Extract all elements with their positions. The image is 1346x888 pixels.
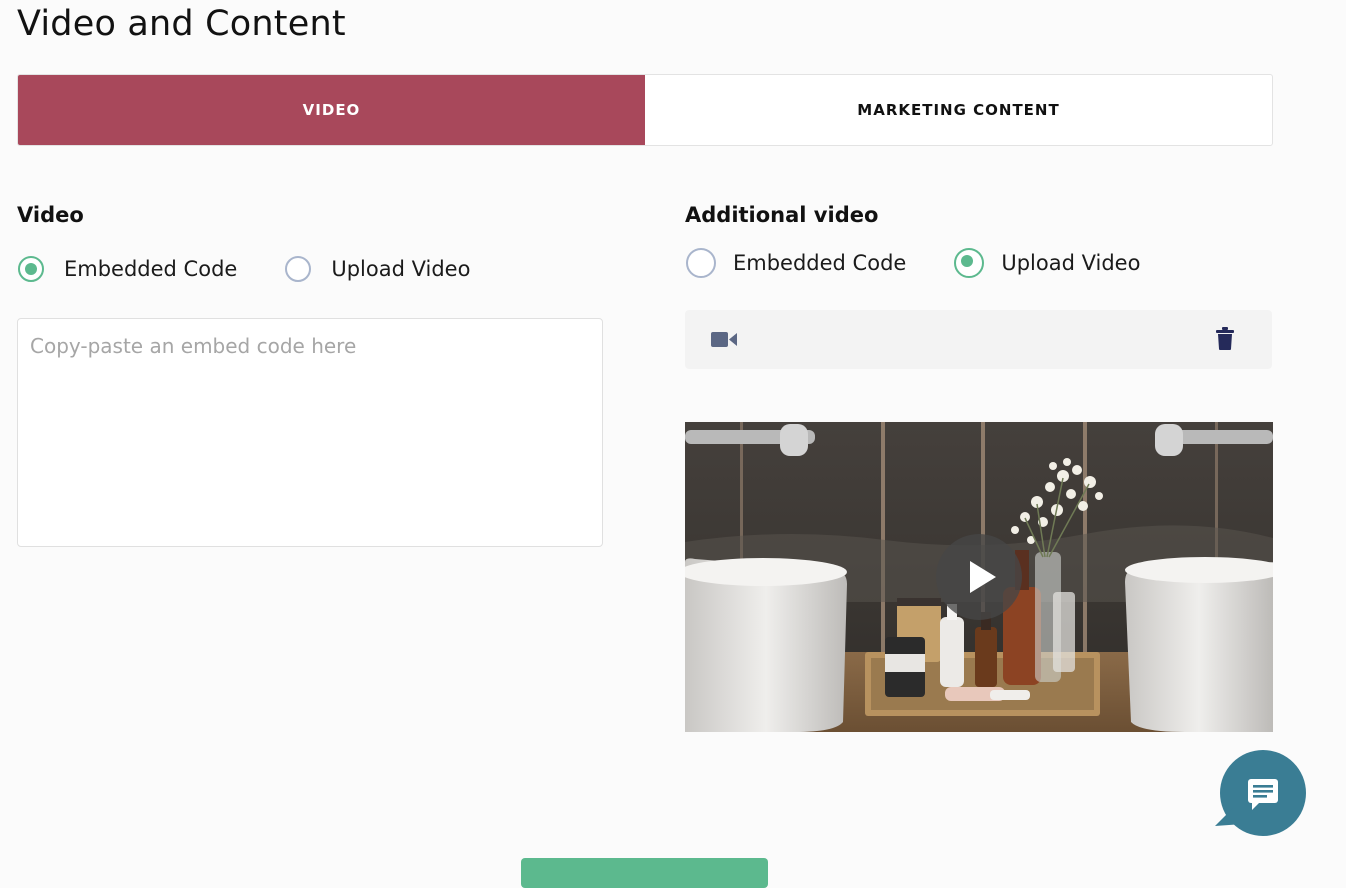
tab-bar: VIDEO MARKETING CONTENT [17, 74, 1273, 146]
video-source-radio-group: Embedded Code Upload Video [18, 256, 470, 282]
play-icon [970, 561, 996, 593]
trash-icon[interactable] [1216, 327, 1234, 350]
page-title: Video and Content [17, 4, 346, 44]
chat-button[interactable] [1215, 750, 1307, 838]
video-upload-radio[interactable] [285, 256, 312, 282]
chat-bubble-icon [1215, 750, 1306, 836]
additional-upload-option[interactable]: Upload Video [954, 248, 1140, 278]
additional-upload-label: Upload Video [1001, 251, 1141, 275]
play-button[interactable] [936, 534, 1022, 620]
embed-code-input[interactable] [17, 318, 603, 547]
video-preview[interactable] [685, 422, 1273, 732]
video-embedded-code-label: Embedded Code [64, 257, 238, 281]
video-upload-label: Upload Video [331, 257, 471, 281]
additional-upload-radio[interactable] [954, 248, 985, 278]
additional-video-source-radio-group: Embedded Code Upload Video [686, 248, 1140, 278]
additional-video-section-title: Additional video [685, 203, 879, 227]
video-upload-option[interactable]: Upload Video [285, 256, 470, 282]
additional-embedded-code-label: Embedded Code [733, 251, 907, 275]
tab-video[interactable]: VIDEO [18, 75, 645, 145]
additional-embedded-code-radio[interactable] [686, 248, 716, 278]
video-section-title: Video [17, 203, 84, 227]
primary-action-button[interactable] [521, 858, 768, 888]
uploaded-video-file-bar [685, 310, 1272, 369]
additional-embedded-code-option[interactable]: Embedded Code [686, 248, 906, 278]
video-camera-icon [711, 332, 737, 347]
tab-marketing-content[interactable]: MARKETING CONTENT [645, 75, 1272, 145]
video-embedded-code-radio[interactable] [18, 256, 44, 282]
video-embedded-code-option[interactable]: Embedded Code [18, 256, 237, 282]
